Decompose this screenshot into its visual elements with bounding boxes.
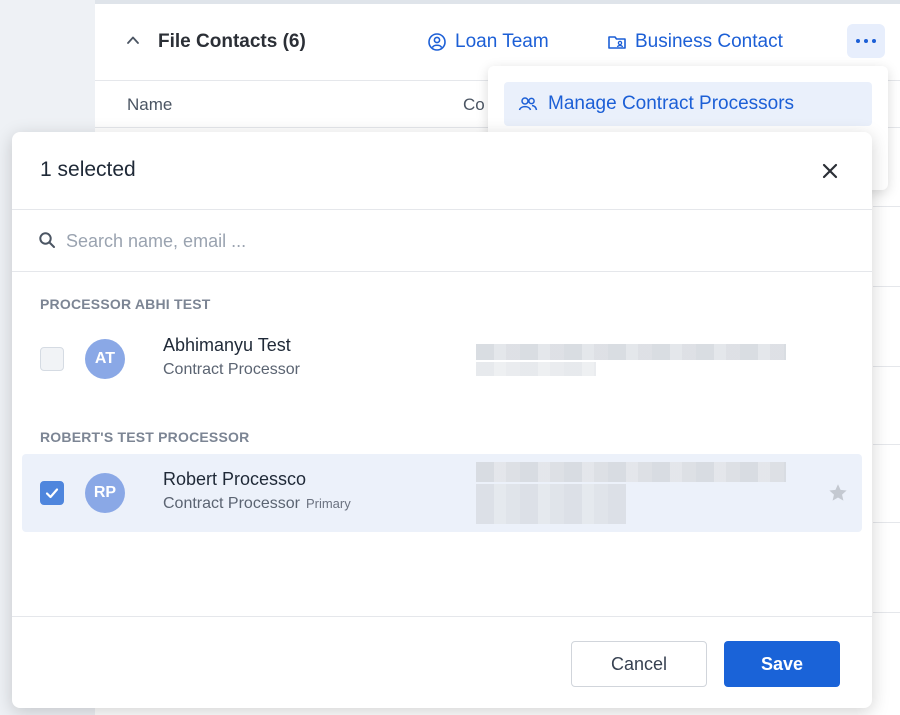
save-button[interactable]: Save [724,641,840,687]
users-icon [518,97,538,111]
loan-team-button[interactable]: Loan Team [427,31,549,53]
redacted-contact-details [476,344,786,360]
contact-row-abhimanyu[interactable]: AT Abhimanyu Test Contract Processor [22,320,862,398]
business-contact-button[interactable]: Business Contact [607,31,783,53]
contact-checkbox[interactable] [40,347,64,371]
row-divider [873,286,900,287]
contact-role-line: Contract Processor Primary [163,495,351,513]
modal-title: 1 selected [40,158,136,181]
avatar: RP [85,473,125,513]
star-icon[interactable] [827,482,849,504]
contact-checkbox[interactable] [40,481,64,505]
more-dot [864,39,868,43]
modal-header: 1 selected [12,132,872,210]
redacted-contact-details [476,484,626,524]
section-title: File Contacts (6) [158,31,306,52]
contact-row-robert[interactable]: RP Robert Processco Contract Processor Pr… [22,454,862,532]
more-horizontal-icon [856,39,860,43]
user-group-icon [428,33,446,51]
loan-team-label: Loan Team [455,31,549,52]
more-options-button[interactable] [847,24,885,58]
close-icon [822,163,838,179]
group-label: PROCESSOR ABHI TEST [40,296,211,312]
contact-name: Robert Processco [163,469,307,489]
search-icon [39,232,55,248]
folder-contact-icon [608,36,626,49]
manage-contract-processors-label: Manage Contract Processors [548,93,795,114]
panel-top-rule [95,0,900,4]
avatar: AT [85,339,125,379]
contact-role: Contract Processor [163,361,300,378]
cancel-button[interactable]: Cancel [571,641,707,687]
manage-contract-processors-item[interactable]: Manage Contract Processors [504,82,872,126]
contract-processors-modal: 1 selected PROCESSOR ABHI TEST AT Abhima… [12,132,872,708]
redacted-contact-details [476,362,596,376]
close-button[interactable] [817,158,843,184]
section-header: File Contacts (6) Loan Team Business Con… [95,22,900,66]
row-divider [873,366,900,367]
more-dot [872,39,876,43]
row-divider [873,522,900,523]
search-row [12,210,872,272]
business-contact-label: Business Contact [635,31,783,52]
column-header-name[interactable]: Name [127,95,172,115]
primary-tag: Primary [305,496,351,511]
search-input[interactable] [66,224,826,258]
row-divider [873,206,900,207]
row-divider [873,612,900,613]
row-divider [873,444,900,445]
modal-footer: Cancel Save [12,616,872,708]
redacted-contact-details [476,462,786,482]
group-label: ROBERT'S TEST PROCESSOR [40,429,250,445]
column-header-contact[interactable]: Co [463,95,485,115]
contact-role: Contract Processor [163,495,300,512]
chevron-up-icon[interactable] [125,32,141,48]
contact-name: Abhimanyu Test [163,335,291,355]
checkmark-icon [45,488,59,499]
